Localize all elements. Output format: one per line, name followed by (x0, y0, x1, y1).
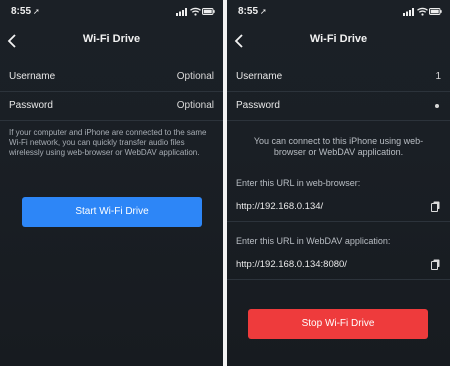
cellular-signal-icon (403, 8, 414, 16)
status-bar: 8:55 ➚ (227, 0, 450, 26)
info-text: If your computer and iPhone are connecte… (9, 128, 207, 157)
webdav-url-row: http://192.168.0.134:8080/ (227, 251, 450, 280)
status-bar: 8:55 ➚ (0, 0, 223, 26)
status-time: 8:55 ➚ (238, 6, 267, 17)
status-time: 8:55 ➚ (11, 6, 40, 17)
username-field[interactable]: 1 (435, 71, 441, 82)
cellular-signal-icon (176, 8, 187, 16)
username-row[interactable]: Username Optional (0, 63, 223, 92)
wifi-icon (417, 7, 428, 16)
copy-icon[interactable] (431, 201, 440, 212)
webdav-url[interactable]: http://192.168.0.134:8080/ (236, 259, 347, 270)
left-phone-screen: 8:55 ➚ Wi-Fi Drive Username Optional Pass… (0, 0, 223, 366)
password-field[interactable]: Optional (177, 100, 214, 111)
navigation-bar: Wi-Fi Drive (0, 26, 223, 56)
screenshot-composite: 8:55 ➚ Wi-Fi Drive Username Optional Pass… (0, 0, 450, 366)
copy-icon[interactable] (431, 259, 440, 270)
password-label: Password (9, 100, 53, 111)
navigation-bar: Wi-Fi Drive (227, 26, 450, 56)
password-field-masked[interactable] (435, 104, 439, 108)
browser-url[interactable]: http://192.168.0.134/ (236, 201, 323, 212)
password-label: Password (236, 100, 280, 111)
username-label: Username (9, 71, 56, 82)
password-row[interactable]: Password (227, 92, 450, 121)
webdav-url-label: Enter this URL in WebDAV application: (236, 236, 391, 246)
page-title: Wi-Fi Drive (309, 33, 368, 45)
location-arrow-icon: ➚ (33, 7, 40, 16)
username-row[interactable]: Username 1 (227, 63, 450, 92)
username-label: Username (236, 71, 283, 82)
browser-url-row: http://192.168.0.134/ (227, 193, 450, 222)
page-title: Wi-Fi Drive (82, 33, 141, 45)
username-field[interactable]: Optional (177, 71, 214, 82)
location-arrow-icon: ➚ (260, 7, 267, 16)
info-text: You can connect to this iPhone using web… (253, 136, 424, 157)
right-phone-screen: 8:55 ➚ Wi-Fi Drive Username 1 Password Yo… (227, 0, 450, 366)
password-row[interactable]: Password Optional (0, 92, 223, 121)
battery-icon (429, 8, 442, 15)
stop-wifi-drive-button[interactable]: Stop Wi-Fi Drive (248, 309, 428, 339)
browser-url-label: Enter this URL in web-browser: (236, 178, 361, 188)
wifi-icon (190, 7, 201, 16)
start-wifi-drive-button[interactable]: Start Wi-Fi Drive (22, 197, 202, 227)
battery-icon (202, 8, 215, 15)
